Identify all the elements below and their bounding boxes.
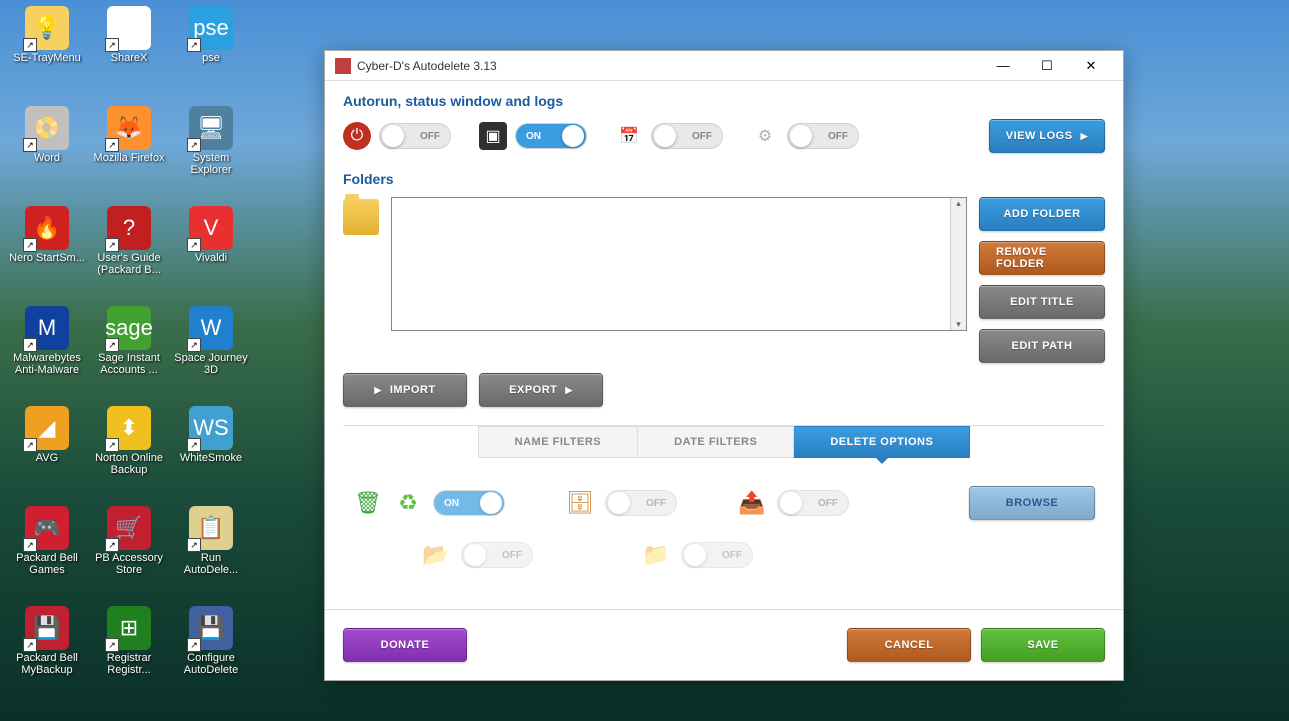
app-window: Cyber-D's Autodelete 3.13 — ☐ ✕ Autorun,… [324, 50, 1124, 681]
tab-delete-options[interactable]: DELETE OPTIONS [794, 426, 970, 458]
section-folders-title: Folders [343, 171, 1105, 187]
move-toggle[interactable]: OFF [777, 490, 849, 516]
terminal-toggle[interactable]: ON [515, 123, 587, 149]
tab-name-filters[interactable]: NAME FILTERS [478, 426, 638, 458]
donate-button[interactable]: DONATE [343, 628, 467, 662]
terminal-icon: ▣ [479, 122, 507, 150]
tabs: NAME FILTERS DATE FILTERS DELETE OPTIONS [343, 426, 1105, 458]
desktop-icon[interactable]: 🖥↗System Explorer [172, 106, 250, 202]
desktop-icon[interactable]: pse↗pse [172, 6, 250, 102]
calendar-toggle[interactable]: OFF [651, 123, 723, 149]
cancel-button[interactable]: CANCEL [847, 628, 971, 662]
desktop-icon[interactable]: WS↗WhiteSmoke [172, 406, 250, 502]
desktop-icon[interactable]: 💾↗Packard Bell MyBackup [8, 606, 86, 702]
minimize-button[interactable]: — [981, 52, 1025, 80]
recycle-icon: ♻ [393, 488, 423, 518]
add-folder-button[interactable]: ADD FOLDER [979, 197, 1105, 231]
edit-path-button[interactable]: EDIT PATH [979, 329, 1105, 363]
desktop-icon[interactable]: sage↗Sage Instant Accounts ... [90, 306, 168, 402]
desktop-icon[interactable]: 🛒↗PB Accessory Store [90, 506, 168, 602]
folder-list[interactable]: ▴▾ [391, 197, 967, 331]
toggles-row: ⏻ OFF ▣ ON 📅 OFF ⚙ OFF VIEW LOGS▶ [343, 119, 1105, 153]
view-logs-button[interactable]: VIEW LOGS▶ [989, 119, 1105, 153]
desktop: 💡↗SE-TrayMenu◯↗ShareXpse↗pse 📀↗Word🦊↗Mozi… [8, 6, 250, 702]
window-title: Cyber-D's Autodelete 3.13 [357, 59, 981, 73]
desktop-icon[interactable]: 💾↗Configure AutoDelete [172, 606, 250, 702]
power-icon: ⏻ [343, 122, 371, 150]
import-button[interactable]: ▶IMPORT [343, 373, 467, 407]
browse-button[interactable]: BROWSE [969, 486, 1095, 520]
tab-date-filters[interactable]: DATE FILTERS [638, 426, 794, 458]
desktop-icon[interactable]: 💡↗SE-TrayMenu [8, 6, 86, 102]
gear-toggle[interactable]: OFF [787, 123, 859, 149]
folder-open-icon: 📂 [421, 540, 451, 570]
close-button[interactable]: ✕ [1069, 52, 1113, 80]
trash-toggle[interactable]: ON [433, 490, 505, 516]
section-autorun-title: Autorun, status window and logs [343, 93, 1105, 109]
move-icon: 📤 [737, 488, 767, 518]
gear-icon: ⚙ [751, 122, 779, 150]
desktop-icon[interactable]: ⬍↗Norton Online Backup [90, 406, 168, 502]
save-button[interactable]: SAVE [981, 628, 1105, 662]
folder2-toggle[interactable]: OFF [681, 542, 753, 568]
secure-toggle[interactable]: OFF [605, 490, 677, 516]
folder-delete-icon: 📁 [641, 540, 671, 570]
desktop-icon[interactable]: M↗Malwarebytes Anti-Malware [8, 306, 86, 402]
folder-icon [343, 199, 379, 235]
scrollbar[interactable]: ▴▾ [950, 198, 966, 330]
desktop-icon[interactable]: ?↗User's Guide (Packard B... [90, 206, 168, 302]
desktop-icon[interactable]: 🎮↗Packard Bell Games [8, 506, 86, 602]
power-toggle[interactable]: OFF [379, 123, 451, 149]
desktop-icon[interactable]: V↗Vivaldi [172, 206, 250, 302]
desktop-icon[interactable]: W↗Space Journey 3D [172, 306, 250, 402]
desktop-icon[interactable]: 📀↗Word [8, 106, 86, 202]
desktop-icon[interactable]: 🦊↗Mozilla Firefox [90, 106, 168, 202]
app-icon [335, 58, 351, 74]
maximize-button[interactable]: ☐ [1025, 52, 1069, 80]
export-button[interactable]: EXPORT▶ [479, 373, 603, 407]
desktop-icon[interactable]: 📋↗Run AutoDele... [172, 506, 250, 602]
desktop-icon[interactable]: ⊞↗Registrar Registr... [90, 606, 168, 702]
calendar-icon: 📅 [615, 122, 643, 150]
remove-folder-button[interactable]: REMOVE FOLDER [979, 241, 1105, 275]
titlebar: Cyber-D's Autodelete 3.13 — ☐ ✕ [325, 51, 1123, 81]
trash-icon: 🗑 [353, 488, 383, 518]
desktop-icon[interactable]: ◯↗ShareX [90, 6, 168, 102]
delete-options-panel: 🗑 ♻ ON 🗄 OFF 📤 OFF BROWSE [343, 458, 1105, 530]
footer: DONATE CANCEL SAVE [325, 609, 1123, 680]
desktop-icon[interactable]: 🔥↗Nero StartSm... [8, 206, 86, 302]
desktop-icon[interactable]: ◢↗AVG [8, 406, 86, 502]
edit-title-button[interactable]: EDIT TITLE [979, 285, 1105, 319]
secure-delete-icon: 🗄 [565, 488, 595, 518]
folder1-toggle[interactable]: OFF [461, 542, 533, 568]
